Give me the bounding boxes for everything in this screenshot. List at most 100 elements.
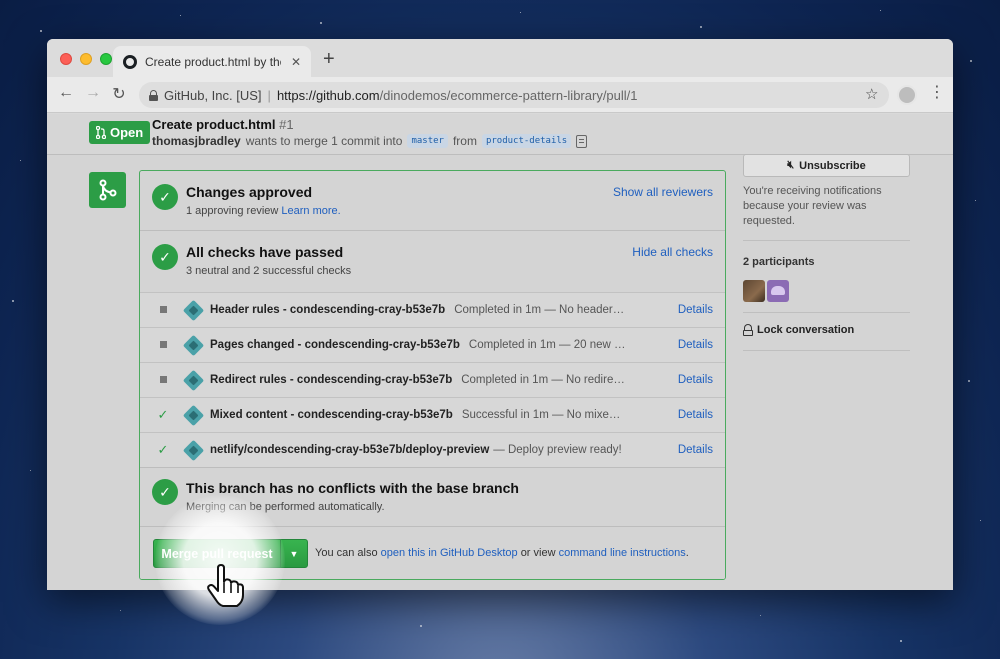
check-name: Redirect rules - condescending-cray-b53e… [210, 374, 453, 386]
copy-icon[interactable] [576, 134, 588, 148]
url: https://github.com/dinodemos/ecommerce-p… [277, 88, 638, 103]
check-description: Successful in 1m — No mixe… [461, 409, 621, 421]
github-desktop-link[interactable]: open this in GitHub Desktop [381, 547, 518, 559]
git-merge-icon [99, 179, 116, 201]
note-mid: or view [520, 547, 556, 559]
avatar[interactable] [743, 280, 765, 302]
check-description: — Deploy preview ready! [493, 444, 622, 456]
merge-note: You can also open this in GitHub Desktop… [315, 547, 689, 559]
check-name: netlify/condescending-cray-b53e7b/deploy… [210, 444, 490, 456]
url-path: /dinodemos/ecommerce-pattern-library/pul… [379, 87, 638, 103]
padlock-icon [743, 324, 753, 336]
lock-conversation-label: Lock conversation [757, 324, 855, 336]
page-content: Open Create product.html #1 thomasjbradl… [47, 114, 953, 590]
base-branch[interactable]: master [407, 134, 448, 148]
merge-options-dropdown[interactable]: ▼ [280, 540, 307, 567]
approval-title: Changes approved [186, 184, 313, 200]
zoom-window-button[interactable] [100, 53, 112, 65]
pr-status-label: Open [110, 125, 144, 140]
site-identity: GitHub, Inc. [US] [164, 87, 262, 103]
check-row: Pages changed - condescending-cray-b53e7… [140, 327, 725, 362]
check-details-link[interactable]: Details [678, 304, 713, 316]
neutral-status-icon [140, 374, 186, 386]
note-prefix: You can also [315, 547, 378, 559]
check-row: Header rules - condescending-cray-b53e7b… [140, 292, 725, 327]
check-row: ✓ netlify/condescending-cray-b53e7b/depl… [140, 432, 725, 467]
check-details-link[interactable]: Details [678, 444, 713, 456]
minimize-window-button[interactable] [80, 53, 92, 65]
neutral-status-icon [140, 339, 186, 351]
check-details-link[interactable]: Details [678, 339, 713, 351]
netlify-icon [182, 334, 205, 356]
command-line-link[interactable]: command line instructions [559, 547, 686, 559]
conflicts-subtitle: Merging can be performed automatically. [186, 501, 385, 513]
reload-icon[interactable]: ↻ [109, 84, 129, 104]
bookmark-star-icon[interactable]: ☆ [865, 87, 878, 102]
address-bar[interactable]: GitHub, Inc. [US] | https://github.com/d… [139, 82, 889, 108]
pr-header: Open Create product.html #1 thomasjbradl… [47, 114, 953, 155]
pr-subtitle: thomasjbradley wants to merge 1 commit i… [152, 134, 588, 148]
checks-subtitle: 3 neutral and 2 successful checks [186, 265, 352, 277]
success-status-icon: ✓ [157, 442, 169, 457]
unsubscribe-button[interactable]: 🔇︎ Unsubscribe [743, 154, 910, 177]
checks-passed-icon: ✓ [152, 244, 178, 270]
show-all-reviewers-link[interactable]: Show all reviewers [613, 185, 713, 199]
browser-tab[interactable]: Create product.html by thomasjbradley ✕ [113, 46, 311, 77]
tab-title: Create product.html by thomasjbradley [145, 54, 281, 69]
note-suffix: . [685, 547, 689, 559]
head-branch[interactable]: product-details [481, 134, 572, 148]
lock-icon [149, 89, 158, 101]
netlify-icon [182, 404, 205, 426]
participants-label: 2 participants [743, 256, 815, 268]
conflicts-title: This branch has no conflicts with the ba… [186, 480, 519, 496]
browser-toolbar: ← → ↻ GitHub, Inc. [US] | https://github… [47, 77, 953, 113]
pull-request-icon [96, 126, 106, 139]
check-name: Header rules - condescending-cray-b53e7b [210, 304, 446, 316]
check-description: Completed in 1m — 20 new … [468, 339, 626, 351]
avatar[interactable] [767, 280, 789, 302]
browser-menu-icon[interactable]: ⋮ [929, 85, 945, 101]
sidebar-divider [743, 312, 910, 313]
no-conflicts-check-icon: ✓ [152, 479, 178, 505]
profile-icon[interactable] [897, 85, 917, 105]
checks-title: All checks have passed [186, 244, 344, 260]
pr-status-badge: Open [89, 121, 151, 144]
check-details-link[interactable]: Details [678, 409, 713, 421]
tab-close-icon[interactable]: ✕ [289, 55, 303, 69]
merge-button-label: Merge pull request [161, 546, 273, 561]
tab-bar: Create product.html by thomasjbradley ✕ … [47, 39, 953, 77]
neutral-status-icon [140, 304, 186, 316]
success-status-icon: ✓ [157, 407, 169, 422]
checks-section: ✓ All checks have passed 3 neutral and 2… [140, 231, 725, 292]
check-description: Completed in 1m — No header… [454, 304, 625, 316]
new-tab-button[interactable]: + [323, 49, 335, 69]
merge-box: ✓ Changes approved 1 approving review Le… [139, 170, 726, 580]
approval-section: ✓ Changes approved 1 approving review Le… [140, 171, 725, 231]
pr-title: Create product.html #1 [152, 117, 294, 132]
check-name: Mixed content - condescending-cray-b53e7… [210, 409, 453, 421]
browser-window: Create product.html by thomasjbradley ✕ … [47, 39, 953, 590]
pr-title-text: Create product.html [152, 117, 276, 132]
window-controls [60, 53, 112, 65]
check-details-link[interactable]: Details [678, 374, 713, 386]
conflicts-section: ✓ This branch has no conflicts with the … [140, 467, 725, 526]
close-window-button[interactable] [60, 53, 72, 65]
forward-icon[interactable]: → [83, 84, 103, 102]
approved-check-icon: ✓ [152, 184, 178, 210]
back-icon[interactable]: ← [56, 84, 76, 102]
lock-conversation-link[interactable]: Lock conversation [743, 324, 854, 336]
github-icon [123, 54, 137, 69]
approval-subtitle: 1 approving review Learn more. [186, 205, 341, 217]
hand-cursor-icon [207, 564, 244, 607]
netlify-icon [182, 299, 205, 321]
check-description: Completed in 1m — No redire… [461, 374, 625, 386]
url-host: https://github.com [276, 87, 380, 103]
unsubscribe-label: Unsubscribe [799, 159, 866, 172]
hide-all-checks-link[interactable]: Hide all checks [632, 245, 713, 259]
merge-text: wants to merge 1 commit into [245, 134, 403, 148]
learn-more-link[interactable]: Learn more. [281, 205, 340, 217]
sidebar-divider [743, 350, 910, 351]
pr-author-link[interactable]: thomasjbradley [152, 134, 241, 148]
omnibox-divider: | [267, 87, 271, 103]
approval-count: 1 approving review [186, 205, 279, 217]
